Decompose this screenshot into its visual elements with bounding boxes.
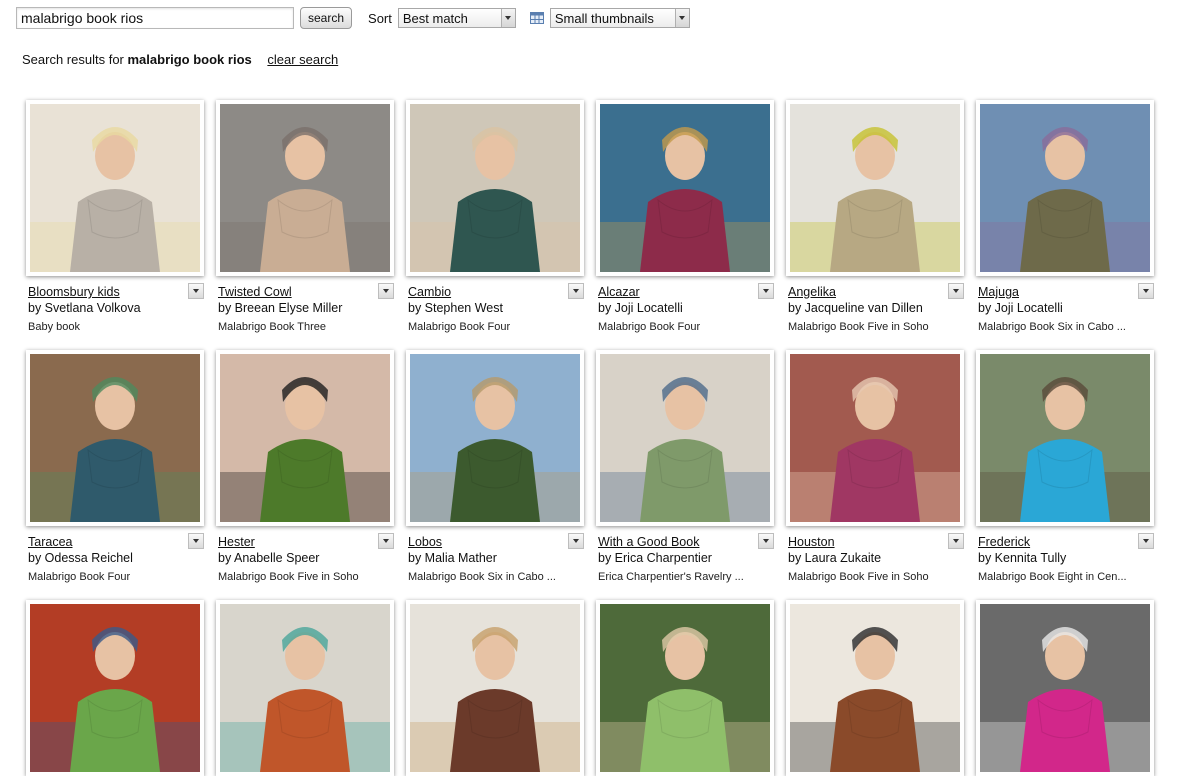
pattern-title-row: Hester — [218, 533, 394, 549]
pattern-title-link[interactable]: Cambio — [408, 285, 451, 299]
search-summary-query: malabrigo book rios — [127, 52, 252, 67]
search-summary: Search results for malabrigo book rios c… — [22, 52, 338, 67]
pattern-title-row: Bloomsbury kids — [28, 283, 204, 299]
pattern-title-link[interactable]: Houston — [788, 535, 835, 549]
pattern-thumbnail[interactable] — [26, 350, 204, 526]
pattern-thumbnail[interactable] — [26, 100, 204, 276]
sort-label: Sort — [368, 10, 392, 26]
pattern-title-row: Taracea — [28, 533, 204, 549]
sort-select[interactable]: Best match — [397, 8, 516, 28]
card-menu-button[interactable] — [758, 533, 774, 549]
pattern-title-row: Cambio — [408, 283, 584, 299]
pattern-thumbnail[interactable] — [786, 350, 964, 526]
pattern-source: Baby book — [28, 321, 80, 333]
pattern-author: by Kennita Tully — [978, 551, 1067, 565]
pattern-title-link[interactable]: Twisted Cowl — [218, 285, 292, 299]
pattern-thumbnail[interactable] — [406, 350, 584, 526]
pattern-thumbnail[interactable] — [786, 100, 964, 276]
pattern-author: by Svetlana Volkova — [28, 301, 141, 315]
pattern-author: by Laura Zukaite — [788, 551, 882, 565]
pattern-thumbnail[interactable] — [596, 100, 774, 276]
pattern-author: by Stephen West — [408, 301, 503, 315]
pattern-thumbnail[interactable] — [976, 600, 1154, 776]
pattern-title-row: Angelika — [788, 283, 964, 299]
card-menu-button[interactable] — [1138, 533, 1154, 549]
pattern-thumbnail[interactable] — [596, 600, 774, 776]
view-select-value: Small thumbnails — [554, 10, 654, 26]
view-select[interactable]: Small thumbnails — [549, 8, 690, 28]
sort-select-value: Best match — [402, 10, 468, 26]
pattern-source: Malabrigo Book Three — [218, 321, 327, 333]
pattern-thumbnail[interactable] — [786, 600, 964, 776]
pattern-title-row: Houston — [788, 533, 964, 549]
card-menu-button[interactable] — [1138, 283, 1154, 299]
pattern-author: by Odessa Reichel — [28, 551, 133, 565]
pattern-author: by Anabelle Speer — [218, 551, 320, 565]
card-menu-button[interactable] — [948, 533, 964, 549]
pattern-source: Malabrigo Book Eight in Cen... — [978, 571, 1127, 583]
pattern-source: Malabrigo Book Six in Cabo ... — [978, 321, 1126, 333]
chevron-down-icon — [500, 9, 515, 27]
pattern-title-link[interactable]: Majuga — [978, 285, 1019, 299]
pattern-author: by Breean Elyse Miller — [218, 301, 343, 315]
pattern-title-row: Alcazar — [598, 283, 774, 299]
pattern-source: Malabrigo Book Four — [408, 321, 511, 333]
card-menu-button[interactable] — [568, 283, 584, 299]
pattern-source: Malabrigo Book Four — [28, 571, 131, 583]
grid-view-icon — [529, 12, 544, 24]
pattern-author: by Malia Mather — [408, 551, 497, 565]
pattern-author: by Erica Charpentier — [598, 551, 712, 565]
pattern-title-link[interactable]: Taracea — [28, 535, 72, 549]
pattern-title-link[interactable]: Lobos — [408, 535, 442, 549]
clear-search-link[interactable]: clear search — [267, 52, 338, 67]
search-input[interactable] — [16, 7, 294, 29]
pattern-thumbnail[interactable] — [216, 350, 394, 526]
pattern-title-row: Lobos — [408, 533, 584, 549]
pattern-title-link[interactable]: With a Good Book — [598, 535, 699, 549]
pattern-author: by Joji Locatelli — [978, 301, 1063, 315]
card-menu-button[interactable] — [948, 283, 964, 299]
card-menu-button[interactable] — [378, 533, 394, 549]
pattern-title-row: Frederick — [978, 533, 1154, 549]
pattern-thumbnail[interactable] — [406, 100, 584, 276]
card-menu-button[interactable] — [188, 533, 204, 549]
pattern-source: Malabrigo Book Five in Soho — [788, 321, 929, 333]
pattern-thumbnail[interactable] — [406, 600, 584, 776]
card-menu-button[interactable] — [568, 533, 584, 549]
pattern-title-link[interactable]: Alcazar — [598, 285, 640, 299]
pattern-thumbnail[interactable] — [596, 350, 774, 526]
pattern-thumbnail[interactable] — [976, 350, 1154, 526]
pattern-source: Malabrigo Book Four — [598, 321, 701, 333]
pattern-source: Malabrigo Book Five in Soho — [788, 571, 929, 583]
pattern-title-link[interactable]: Hester — [218, 535, 255, 549]
card-menu-button[interactable] — [758, 283, 774, 299]
card-menu-button[interactable] — [188, 283, 204, 299]
pattern-title-row: Twisted Cowl — [218, 283, 394, 299]
pattern-title-row: Majuga — [978, 283, 1154, 299]
search-summary-prefix: Search results for — [22, 52, 124, 67]
search-button[interactable]: search — [300, 7, 353, 29]
pattern-thumbnail[interactable] — [976, 100, 1154, 276]
pattern-title-link[interactable]: Bloomsbury kids — [28, 285, 120, 299]
pattern-title-link[interactable]: Frederick — [978, 535, 1030, 549]
pattern-title-link[interactable]: Angelika — [788, 285, 836, 299]
pattern-source: Malabrigo Book Six in Cabo ... — [408, 571, 556, 583]
pattern-thumbnail[interactable] — [216, 600, 394, 776]
pattern-source: Erica Charpentier's Ravelry ... — [598, 571, 744, 583]
pattern-source: Malabrigo Book Five in Soho — [218, 571, 359, 583]
search-toolbar: search Sort Best match Small thumbnails — [16, 7, 690, 29]
pattern-title-row: With a Good Book — [598, 533, 774, 549]
chevron-down-icon — [674, 9, 689, 27]
pattern-author: by Jacqueline van Dillen — [788, 301, 923, 315]
pattern-thumbnail[interactable] — [26, 600, 204, 776]
card-menu-button[interactable] — [378, 283, 394, 299]
pattern-thumbnail[interactable] — [216, 100, 394, 276]
pattern-author: by Joji Locatelli — [598, 301, 683, 315]
